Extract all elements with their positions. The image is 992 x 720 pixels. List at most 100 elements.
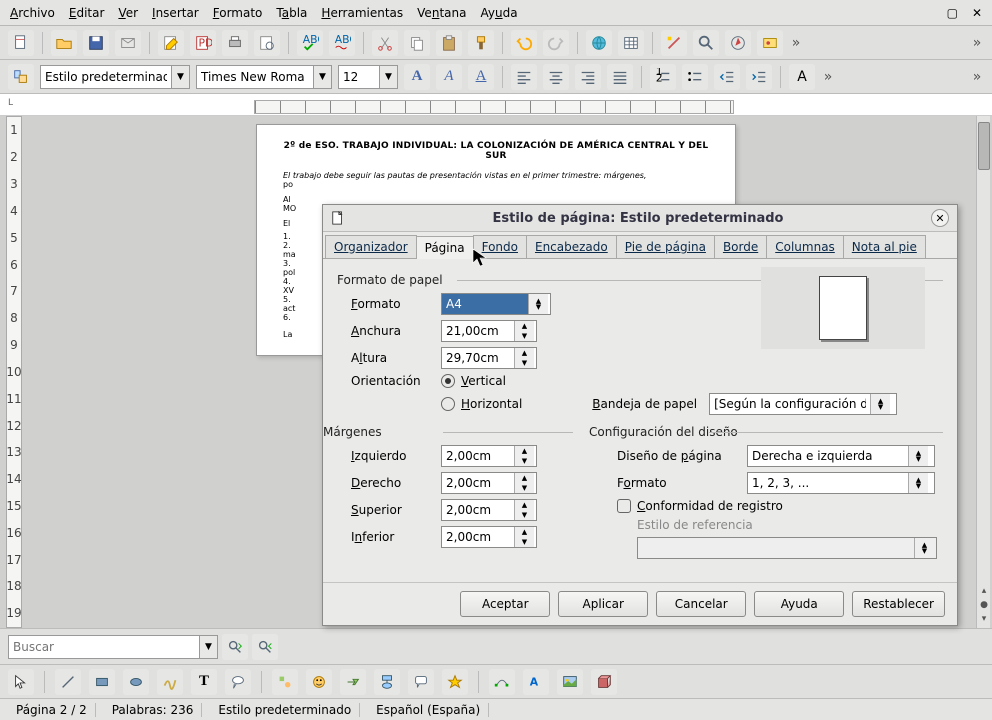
bullet-list-button[interactable] bbox=[682, 64, 708, 90]
status-style[interactable]: Estilo predeterminado bbox=[210, 703, 360, 717]
email-button[interactable] bbox=[115, 30, 141, 56]
chevron-down-icon[interactable]: ▼ bbox=[199, 636, 217, 658]
tab-columnas[interactable]: Columnas bbox=[766, 235, 844, 258]
save-button[interactable] bbox=[83, 30, 109, 56]
undo-button[interactable] bbox=[511, 30, 537, 56]
auto-spellcheck-button[interactable]: ABC bbox=[329, 30, 355, 56]
ok-button[interactable]: Aceptar bbox=[460, 591, 550, 617]
margin-right-spin[interactable]: ▲▼ bbox=[441, 472, 537, 494]
basic-shapes-tool[interactable] bbox=[272, 669, 298, 695]
open-button[interactable] bbox=[51, 30, 77, 56]
status-page[interactable]: Página 2 / 2 bbox=[8, 703, 96, 717]
status-words[interactable]: Palabras: 236 bbox=[104, 703, 203, 717]
tab-pie-de-pagina[interactable]: Pie de página bbox=[616, 235, 715, 258]
vertical-ruler[interactable]: 12345678910111213141516171819 bbox=[6, 116, 22, 628]
find-input[interactable] bbox=[9, 636, 199, 658]
chevron-down-icon[interactable]: ▼ bbox=[171, 66, 189, 88]
hyperlink-button[interactable] bbox=[586, 30, 612, 56]
rect-tool[interactable] bbox=[89, 669, 115, 695]
callout-shapes-tool[interactable] bbox=[408, 669, 434, 695]
symbol-shapes-tool[interactable] bbox=[306, 669, 332, 695]
cut-button[interactable] bbox=[372, 30, 398, 56]
menu-ayuda[interactable]: Ayuda bbox=[480, 6, 517, 20]
italic-button[interactable]: A bbox=[436, 64, 462, 90]
tab-organizador[interactable]: Organizador bbox=[325, 235, 417, 258]
apply-button[interactable]: Aplicar bbox=[558, 591, 648, 617]
margin-top-spin[interactable]: ▲▼ bbox=[441, 499, 537, 521]
tray-select[interactable]: ▲▼ bbox=[709, 393, 897, 415]
width-spin[interactable]: ▲▼ bbox=[441, 320, 537, 342]
nav-next-icon[interactable]: ▾ bbox=[977, 614, 991, 628]
page-layout-select[interactable]: ▲▼ bbox=[747, 445, 935, 467]
dialog-titlebar[interactable]: Estilo de página: Estilo predeterminado … bbox=[323, 205, 957, 232]
styles-button[interactable] bbox=[8, 64, 34, 90]
tray-value[interactable] bbox=[710, 394, 870, 414]
paragraph-style-input[interactable] bbox=[41, 66, 171, 88]
preview-button[interactable] bbox=[254, 30, 280, 56]
increase-indent-button[interactable] bbox=[746, 64, 772, 90]
radio-vertical[interactable] bbox=[441, 374, 455, 388]
height-spin[interactable]: ▲▼ bbox=[441, 347, 537, 369]
radio-horizontal[interactable] bbox=[441, 397, 455, 411]
help-button[interactable]: Ayuda bbox=[754, 591, 844, 617]
menu-formato[interactable]: Formato bbox=[213, 6, 263, 20]
bold-button[interactable]: A bbox=[404, 64, 430, 90]
numbered-list-button[interactable]: 12 bbox=[650, 64, 676, 90]
dialog-close-button[interactable]: ✕ bbox=[931, 209, 949, 227]
height-value[interactable] bbox=[442, 348, 514, 368]
tab-pagina[interactable]: Página bbox=[416, 236, 474, 259]
format-value[interactable] bbox=[442, 294, 528, 314]
font-name-input[interactable] bbox=[197, 66, 313, 88]
find-replace-button[interactable] bbox=[693, 30, 719, 56]
number-format-select[interactable]: ▲▼ bbox=[747, 472, 935, 494]
scrollbar-thumb[interactable] bbox=[978, 122, 990, 170]
line-tool[interactable] bbox=[55, 669, 81, 695]
table-button[interactable] bbox=[618, 30, 644, 56]
font-size-combo[interactable]: ▼ bbox=[338, 65, 398, 89]
align-justify-button[interactable] bbox=[607, 64, 633, 90]
fontwork-tool[interactable]: A bbox=[523, 669, 549, 695]
horizontal-ruler[interactable] bbox=[254, 100, 734, 114]
star-shapes-tool[interactable] bbox=[442, 669, 468, 695]
align-center-button[interactable] bbox=[543, 64, 569, 90]
format-select[interactable]: ▲▼ bbox=[441, 293, 551, 315]
underline-button[interactable]: A bbox=[468, 64, 494, 90]
paste-button[interactable] bbox=[436, 30, 462, 56]
width-value[interactable] bbox=[442, 321, 514, 341]
select-tool[interactable] bbox=[8, 669, 34, 695]
menu-insertar[interactable]: Insertar bbox=[152, 6, 199, 20]
margin-bottom-spin[interactable]: ▲▼ bbox=[441, 526, 537, 548]
formatting-menu-icon[interactable]: » bbox=[970, 69, 984, 85]
font-color-button[interactable]: A bbox=[789, 64, 815, 90]
nav-prev-icon[interactable]: ▴ bbox=[977, 586, 991, 600]
edit-mode-button[interactable] bbox=[158, 30, 184, 56]
margin-left-spin[interactable]: ▲▼ bbox=[441, 445, 537, 467]
freeform-tool[interactable] bbox=[157, 669, 183, 695]
tab-nota-al-pie[interactable]: Nota al pie bbox=[843, 235, 926, 258]
extrusion-tool[interactable] bbox=[591, 669, 617, 695]
navigator-button[interactable] bbox=[725, 30, 751, 56]
points-tool[interactable] bbox=[489, 669, 515, 695]
flowchart-tool[interactable] bbox=[374, 669, 400, 695]
reset-button[interactable]: Restablecer bbox=[852, 591, 945, 617]
export-pdf-button[interactable]: PDF bbox=[190, 30, 216, 56]
vertical-scrollbar[interactable]: ▴ ● ▾ bbox=[976, 116, 990, 628]
new-doc-button[interactable] bbox=[8, 30, 34, 56]
chevron-down-icon[interactable]: ▼ bbox=[379, 66, 397, 88]
toolbar-overflow-icon[interactable]: » bbox=[789, 35, 803, 51]
clone-format-button[interactable] bbox=[468, 30, 494, 56]
gallery-button[interactable] bbox=[757, 30, 783, 56]
cancel-button[interactable]: Cancelar bbox=[656, 591, 746, 617]
align-right-button[interactable] bbox=[575, 64, 601, 90]
show-draw-button[interactable] bbox=[661, 30, 687, 56]
text-tool[interactable]: T bbox=[191, 669, 217, 695]
formatting-overflow-icon[interactable]: » bbox=[821, 69, 835, 85]
arrow-shapes-tool[interactable] bbox=[340, 669, 366, 695]
font-name-combo[interactable]: ▼ bbox=[196, 65, 332, 89]
status-language[interactable]: Español (España) bbox=[368, 703, 489, 717]
copy-button[interactable] bbox=[404, 30, 430, 56]
find-next-button[interactable] bbox=[222, 634, 248, 660]
ellipse-tool[interactable] bbox=[123, 669, 149, 695]
tab-fondo[interactable]: Fondo bbox=[473, 235, 527, 258]
nav-select-icon[interactable]: ● bbox=[977, 600, 991, 614]
